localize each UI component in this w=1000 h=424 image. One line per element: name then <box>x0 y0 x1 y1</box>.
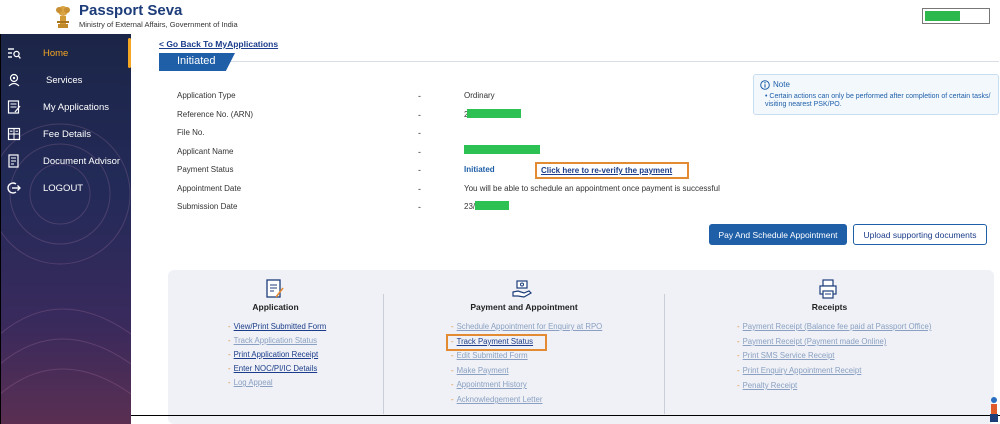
field-payment-status: Payment Status - Initiated <box>177 165 495 179</box>
link-appointment-history[interactable]: - Appointment History <box>451 380 527 389</box>
bottom-border <box>131 415 1000 416</box>
link-print-enquiry-receipt[interactable]: - Print Enquiry Appointment Receipt <box>737 366 861 375</box>
link-edit-submitted-form[interactable]: - Edit Submitted Form <box>451 351 528 360</box>
sidebar-item-document-advisor[interactable]: Document Advisor <box>0 148 131 174</box>
note-text-content: Certain actions can only be performed af… <box>765 93 991 108</box>
national-emblem-icon <box>56 6 70 28</box>
page-header: Passport Seva Ministry of External Affai… <box>0 0 1000 34</box>
redacted-header-bar <box>925 11 960 21</box>
field-applicant-name: Applicant Name - <box>177 147 421 161</box>
link-track-payment-status[interactable]: - Track Payment Status <box>451 337 533 346</box>
upload-documents-button[interactable]: Upload supporting documents <box>853 224 987 245</box>
field-label: Application Type <box>177 91 236 100</box>
link-schedule-appointment-rpo[interactable]: - Schedule Appointment for Enquiry at RPO <box>451 322 602 331</box>
sidebar-item-logout[interactable]: LOGOUT <box>0 175 131 201</box>
sidebar-item-services[interactable]: Services <box>0 67 131 93</box>
application-form-icon <box>266 279 284 298</box>
link-view-print-submitted-form[interactable]: - View/Print Submitted Form <box>228 322 326 331</box>
brand-subtitle: Ministry of External Affairs, Government… <box>79 20 238 29</box>
field-application-type: Application Type - Ordinary <box>177 91 495 105</box>
redacted-applicant-name <box>464 145 540 154</box>
app-frame: Passport Seva Ministry of External Affai… <box>0 0 1000 424</box>
info-icon <box>760 80 770 90</box>
link-print-application-receipt[interactable]: - Print Application Receipt <box>228 350 318 359</box>
link-log-appeal[interactable]: - Log Appeal <box>228 378 273 387</box>
brand-title: Passport Seva <box>79 2 183 19</box>
field-separator: - <box>418 184 421 194</box>
redacted-arn <box>467 109 521 118</box>
services-icon <box>8 73 20 87</box>
link-penalty-receipt[interactable]: - Penalty Receipt <box>737 381 797 390</box>
note-text: • Certain actions can only be performed … <box>765 93 991 108</box>
sidebar-item-label: Fee Details <box>43 128 92 140</box>
application-column: Application <box>168 270 383 424</box>
field-separator: - <box>418 202 421 212</box>
receipt-printer-icon <box>819 279 837 299</box>
note-title: Note <box>773 80 790 89</box>
reverify-highlight: Click here to re-verify the payment <box>535 162 689 179</box>
link-track-application-status[interactable]: - Track Application Status <box>228 336 317 345</box>
link-enter-noc-details[interactable]: - Enter NOC/PI/IC Details <box>228 364 317 373</box>
link-print-sms-receipt[interactable]: - Print SMS Service Receipt <box>737 351 834 360</box>
field-separator: - <box>418 128 421 138</box>
field-label: Appointment Date <box>177 184 242 193</box>
document-advisor-icon <box>8 154 19 168</box>
sidebar-item-label: Document Advisor <box>43 155 121 167</box>
fee-calculator-icon <box>7 127 21 141</box>
field-separator: - <box>418 165 421 175</box>
field-value: You will be able to schedule an appointm… <box>464 184 720 193</box>
note-box: Note • Certain actions can only be perfo… <box>753 74 999 115</box>
payment-status-value: Initiated <box>464 165 495 174</box>
field-label: Submission Date <box>177 202 238 211</box>
sidebar-item-label: My Applications <box>43 101 110 113</box>
receipts-column-title: Receipts <box>811 302 848 312</box>
payment-hand-icon <box>512 280 532 298</box>
redacted-submission-date <box>475 201 509 210</box>
header-widget[interactable] <box>922 8 990 24</box>
field-separator: - <box>418 147 421 157</box>
field-label: Reference No. (ARN) <box>177 110 254 119</box>
pay-and-schedule-button[interactable]: Pay And Schedule Appointment <box>709 224 847 245</box>
logout-icon <box>7 182 21 194</box>
status-tab: Initiated <box>159 53 235 71</box>
field-value: Ordinary <box>464 91 495 100</box>
sidebar: Home Services My Applications Fee Detail… <box>0 34 131 424</box>
application-column-title: Application <box>252 302 299 312</box>
sidebar-item-home[interactable]: Home <box>0 40 131 66</box>
sidebar-item-label: Services <box>46 74 83 86</box>
corner-figure-icon <box>990 397 998 422</box>
home-search-icon <box>8 48 21 59</box>
sidebar-item-fee-details[interactable]: Fee Details <box>0 121 131 147</box>
actions-panel: Application Payment and Appointment Rece… <box>168 270 994 424</box>
link-payment-receipt-balance[interactable]: - Payment Receipt (Balance fee paid at Pa… <box>737 322 931 331</box>
field-label: Applicant Name <box>177 147 234 156</box>
field-appointment-date: Appointment Date - You will be able to s… <box>177 184 720 198</box>
link-acknowledgement-letter[interactable]: - Acknowledgement Letter <box>451 395 542 404</box>
sidebar-item-label: LOGOUT <box>43 182 84 194</box>
field-label: Payment Status <box>177 165 234 174</box>
sidebar-item-my-applications[interactable]: My Applications <box>0 94 131 120</box>
field-submission-date: Submission Date - 23/ <box>177 202 475 216</box>
sidebar-item-label: Home <box>43 47 69 59</box>
left-border <box>0 34 1 424</box>
field-label: File No. <box>177 128 205 137</box>
field-separator: - <box>418 110 421 120</box>
link-make-payment[interactable]: - Make Payment <box>451 366 509 375</box>
link-payment-receipt-online[interactable]: - Payment Receipt (Payment made Online) <box>737 337 886 346</box>
field-value: 23/ <box>464 202 476 211</box>
field-reference-no: Reference No. (ARN) - 2 <box>177 110 468 124</box>
receipts-column: Receipts <box>665 270 994 424</box>
reverify-payment-link[interactable]: Click here to re-verify the payment <box>541 166 672 175</box>
back-to-applications-link[interactable]: < Go Back To MyApplications <box>159 39 278 49</box>
applications-icon <box>7 100 21 114</box>
field-separator: - <box>418 91 421 101</box>
payment-column-title: Payment and Appointment <box>470 302 578 312</box>
tab-underline <box>159 61 999 62</box>
field-file-no: File No. - <box>177 128 421 142</box>
